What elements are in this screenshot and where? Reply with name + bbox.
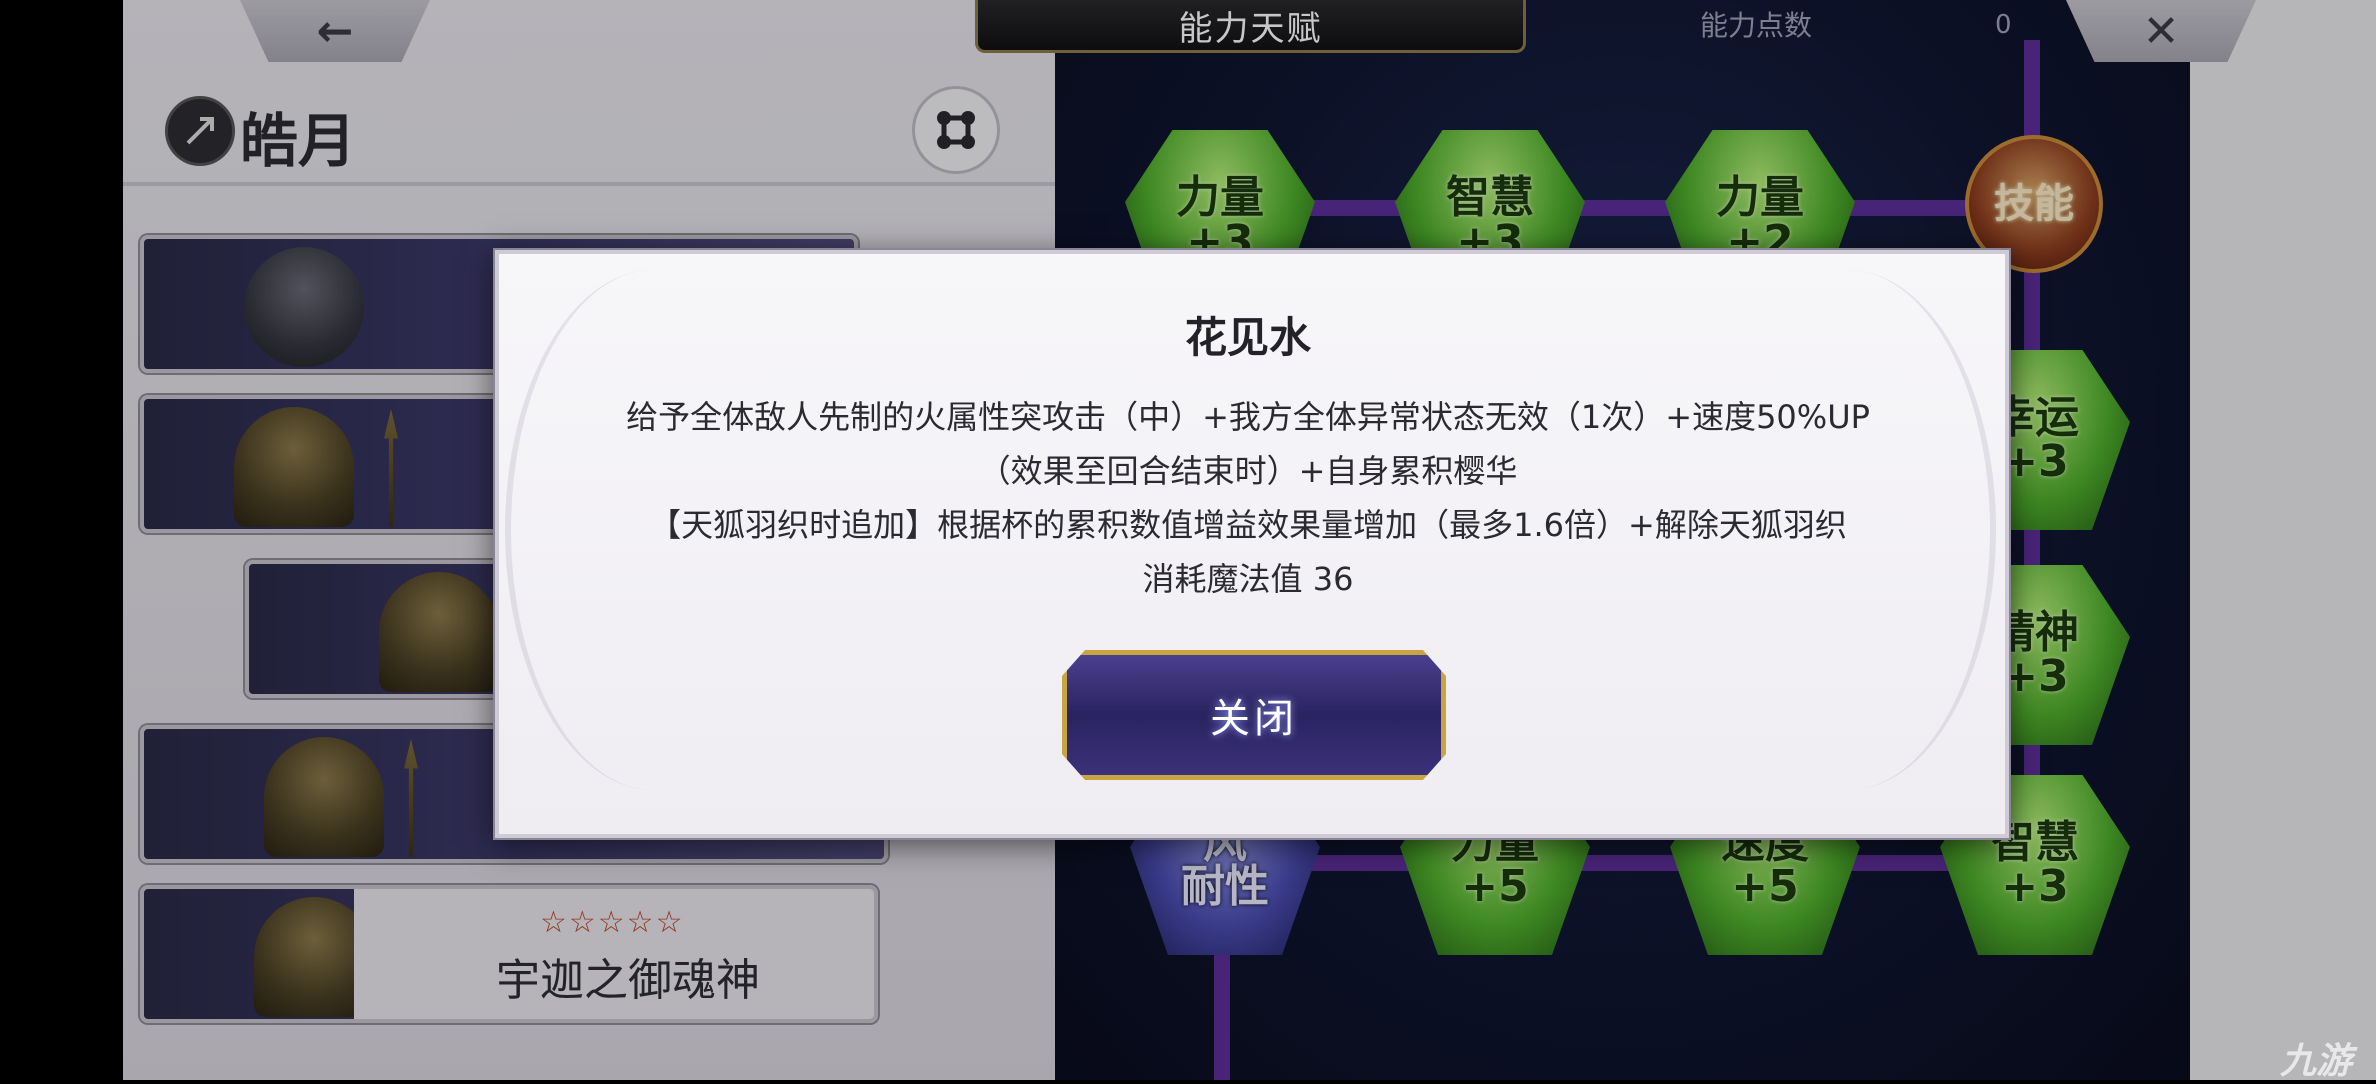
skill-description-line: 【天狐羽织时追加】根据杯的累积数值增益效果量增加（最多1.6倍）+解除天狐羽织 [649,506,1847,544]
skill-title: 花见水 [1184,313,1311,362]
skill-description-line: 给予全体敌人先制的火属性突攻击（中）+我方全体异常状态无效（1次）+速度50%U… [626,398,1870,436]
skill-description-line: （效果至回合结束时）+自身累积樱华 [978,452,1518,490]
close-button[interactable]: 关闭 [1062,650,1446,780]
site-logo: 九游 [2280,1041,2353,1082]
skill-mp-cost: 消耗魔法值 36 [1142,560,1354,598]
